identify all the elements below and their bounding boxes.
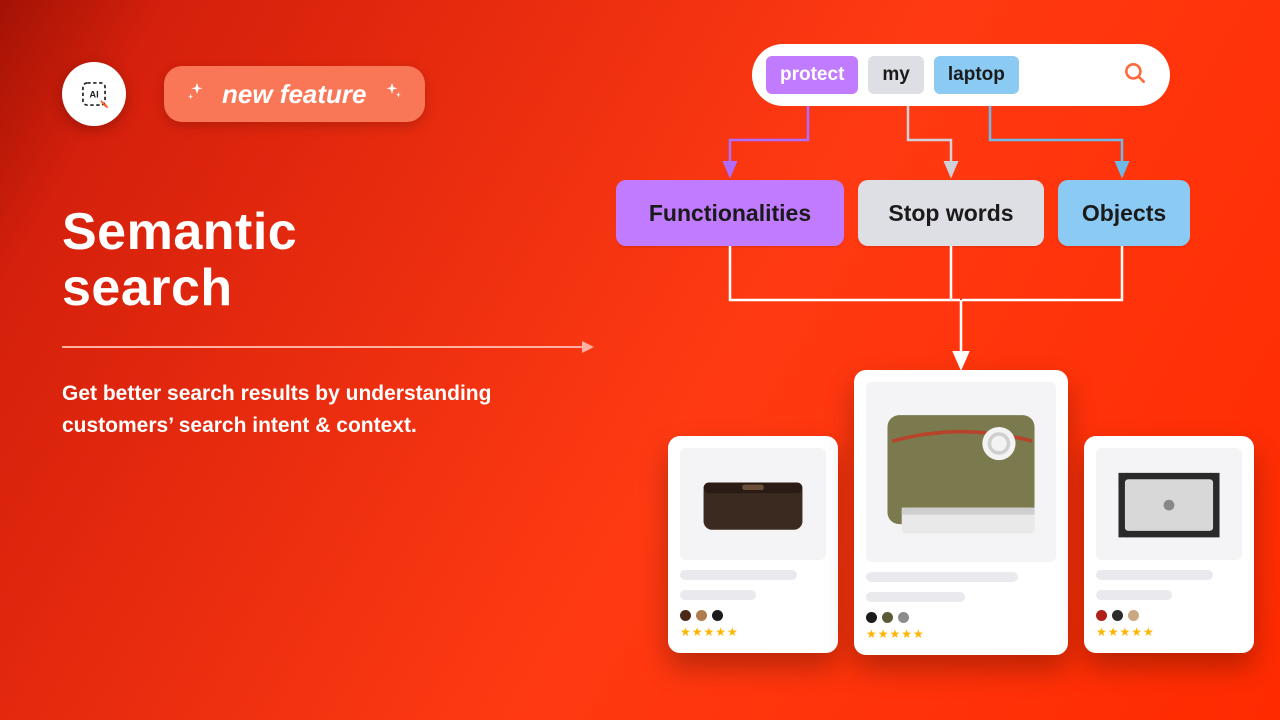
product-thumb (1096, 448, 1242, 560)
rating-stars: ★★★★★ (1096, 625, 1242, 639)
rating-stars: ★★★★★ (680, 625, 826, 639)
search-token-my[interactable]: my (868, 56, 923, 94)
page-title: Semanticsearch (62, 204, 297, 316)
placeholder-line (1096, 570, 1213, 580)
product-card[interactable]: ★★★★★ (668, 436, 838, 653)
subtitle: Get better search results by understandi… (62, 378, 562, 441)
category-objects: Objects (1058, 180, 1190, 246)
ai-icon: AI (77, 77, 111, 111)
search-icon[interactable] (1122, 60, 1148, 91)
product-card[interactable]: ★★★★★ (1084, 436, 1254, 653)
new-feature-label: new feature (222, 79, 367, 110)
placeholder-line (680, 570, 797, 580)
product-thumb (680, 448, 826, 560)
ai-icon-badge: AI (62, 62, 126, 126)
divider-arrow (62, 346, 592, 348)
placeholder-line (1096, 590, 1172, 600)
search-bar[interactable]: protect my laptop (752, 44, 1170, 106)
product-card[interactable]: ★★★★★ (854, 370, 1068, 655)
color-swatches (1096, 610, 1242, 621)
color-swatches (866, 612, 1056, 623)
search-token-protect[interactable]: protect (766, 56, 858, 94)
placeholder-line (866, 592, 965, 602)
sparkle-icon (381, 79, 403, 110)
rating-stars: ★★★★★ (866, 627, 1056, 641)
category-stopwords: Stop words (858, 180, 1044, 246)
svg-text:AI: AI (89, 89, 98, 99)
product-thumb (866, 382, 1056, 562)
color-swatches (680, 610, 826, 621)
placeholder-line (680, 590, 756, 600)
sparkle-icon (186, 79, 208, 110)
search-token-laptop[interactable]: laptop (934, 56, 1019, 94)
new-feature-badge: new feature (164, 66, 425, 122)
placeholder-line (866, 572, 1018, 582)
category-functionalities: Functionalities (616, 180, 844, 246)
